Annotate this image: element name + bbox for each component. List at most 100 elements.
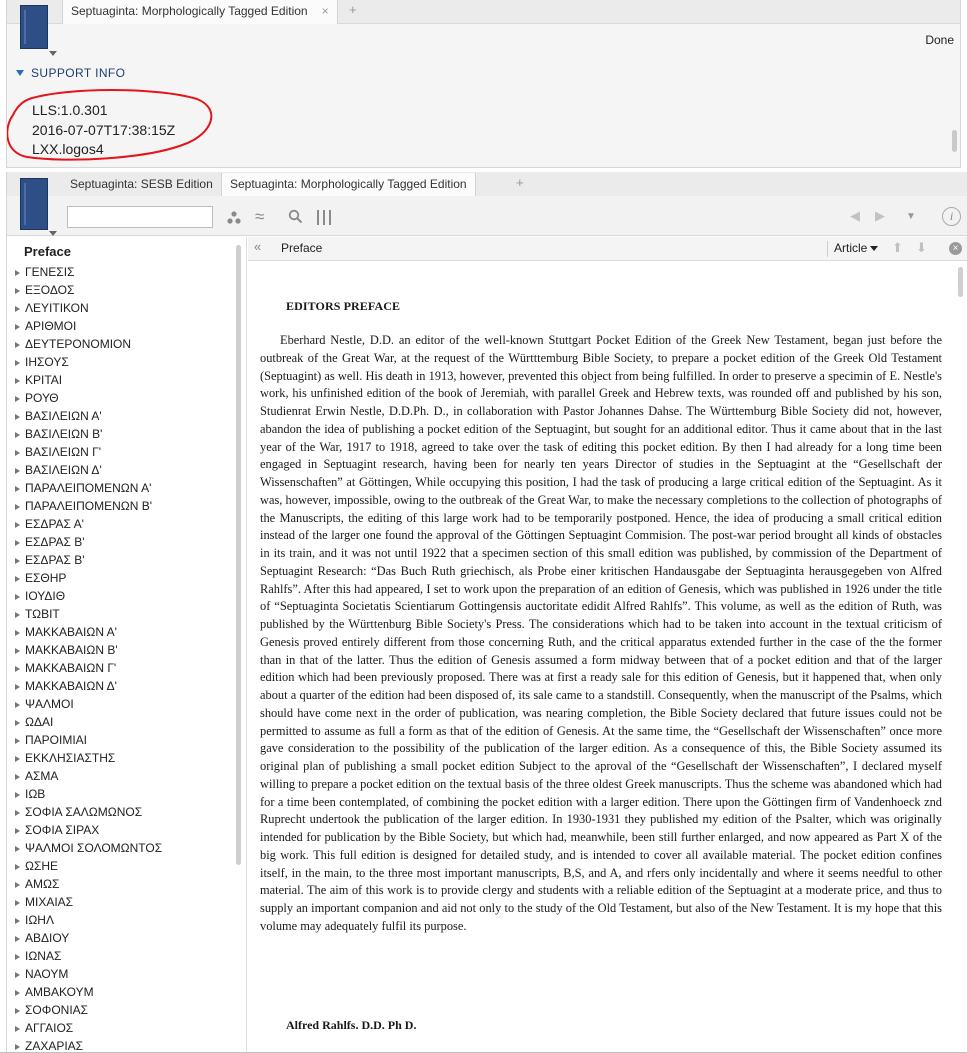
toc-item[interactable]: ΒΑΣΙΛΕΙΩΝ Β' — [15, 425, 235, 443]
toc-item[interactable]: ΕΣΔΡΑΣ Β' — [15, 551, 235, 569]
toc-item[interactable]: ΚΡΙΤΑΙ — [15, 371, 235, 389]
expand-triangle-icon[interactable] — [15, 396, 20, 402]
nav-forward-icon[interactable]: ▶ — [875, 208, 885, 224]
expand-triangle-icon[interactable] — [15, 792, 20, 798]
expand-triangle-icon[interactable] — [15, 864, 20, 870]
support-info-header[interactable]: SUPPORT INFO — [16, 66, 125, 80]
toc-item[interactable]: ΕΞΟΔΟΣ — [15, 281, 235, 299]
content-scrollbar[interactable] — [958, 267, 963, 297]
dots-icon[interactable] — [227, 211, 241, 225]
expand-triangle-icon[interactable] — [15, 630, 20, 636]
toc-item[interactable]: ΒΑΣΙΛΕΙΩΝ Γ' — [15, 443, 235, 461]
expand-triangle-icon[interactable] — [15, 270, 20, 276]
expand-triangle-icon[interactable] — [15, 594, 20, 600]
expand-triangle-icon[interactable] — [15, 486, 20, 492]
toc-item[interactable]: ΕΣΔΡΑΣ Α' — [15, 515, 235, 533]
expand-triangle-icon[interactable] — [15, 342, 20, 348]
toc-item[interactable]: ΡΟΥΘ — [15, 389, 235, 407]
tab-morph-tagged-bottom[interactable]: Septuaginta: Morphologically Tagged Edit… — [221, 173, 476, 197]
nav-back-icon[interactable]: ◀ — [850, 208, 860, 224]
toc-item[interactable]: ΙΟΥΔΙΘ — [15, 587, 235, 605]
expand-triangle-icon[interactable] — [15, 720, 20, 726]
expand-triangle-icon[interactable] — [15, 1026, 20, 1032]
expand-triangle-icon[interactable] — [15, 846, 20, 852]
toc-item[interactable]: ΑΡΙΘΜΟΙ — [15, 317, 235, 335]
expand-triangle-icon[interactable] — [15, 414, 20, 420]
toc-item[interactable]: ΣΟΦΙΑ ΣΑΛΩΜΩΝΟΣ — [15, 803, 235, 821]
toc-item[interactable]: ΜΑΚΚΑΒΑΙΩΝ Δ' — [15, 677, 235, 695]
toc-item[interactable]: ΔΕΥΤΕΡΟΝΟΜΙΟΝ — [15, 335, 235, 353]
expand-triangle-icon[interactable] — [15, 324, 20, 330]
toc-item[interactable]: ΑΓΓΑΙΟΣ — [15, 1019, 235, 1037]
expand-triangle-icon[interactable] — [15, 774, 20, 780]
expand-triangle-icon[interactable] — [15, 990, 20, 996]
expand-triangle-icon[interactable] — [15, 1044, 20, 1050]
expand-triangle-icon[interactable] — [15, 504, 20, 510]
expand-triangle-icon[interactable] — [15, 936, 20, 942]
info-icon[interactable]: i — [942, 207, 961, 226]
columns-icon[interactable] — [316, 210, 332, 225]
expand-triangle-icon[interactable] — [15, 882, 20, 888]
expand-triangle-icon[interactable] — [15, 1008, 20, 1014]
toc-item[interactable]: ΑΒΔΙΟΥ — [15, 929, 235, 947]
expand-triangle-icon[interactable] — [15, 900, 20, 906]
toc-item[interactable]: ΕΚΚΛΗΣΙΑΣΤΗΣ — [15, 749, 235, 767]
expand-triangle-icon[interactable] — [15, 738, 20, 744]
toc-item[interactable]: ΠΑΡΑΛΕΙΠΟΜΕΝΩΝ Β' — [15, 497, 235, 515]
approx-icon[interactable]: ≈ — [255, 208, 264, 225]
toc-item[interactable]: ΩΔΑΙ — [15, 713, 235, 731]
toc-item[interactable]: ΜΑΚΚΑΒΑΙΩΝ Γ' — [15, 659, 235, 677]
expand-triangle-icon[interactable] — [15, 756, 20, 762]
close-icon[interactable]: × — [949, 242, 962, 255]
toc-item[interactable]: ΠΑΡΟΙΜΙΑΙ — [15, 731, 235, 749]
toc-item[interactable]: ΛΕΥΙΤΙΚΟΝ — [15, 299, 235, 317]
expand-triangle-icon[interactable] — [15, 612, 20, 618]
search-input[interactable] — [67, 206, 213, 228]
expand-triangle-icon[interactable] — [15, 810, 20, 816]
expand-triangle-icon[interactable] — [15, 558, 20, 564]
new-tab-icon[interactable]: + — [516, 175, 524, 190]
expand-triangle-icon[interactable] — [15, 360, 20, 366]
expand-triangle-icon[interactable] — [15, 576, 20, 582]
arrow-up-icon[interactable]: ⬆ — [892, 240, 903, 256]
toc-title[interactable]: Preface — [24, 244, 71, 259]
expand-triangle-icon[interactable] — [15, 666, 20, 672]
toc-item[interactable]: ΣΟΦΟΝΙΑΣ — [15, 1001, 235, 1019]
expand-triangle-icon[interactable] — [15, 828, 20, 834]
toc-item[interactable]: ΕΣΔΡΑΣ Β' — [15, 533, 235, 551]
expand-triangle-icon[interactable] — [15, 378, 20, 384]
arrow-down-icon[interactable]: ⬇ — [916, 240, 927, 256]
toc-item[interactable]: ΕΣΘΗΡ — [15, 569, 235, 587]
toc-item[interactable]: ΓΕΝΕΣΙΣ — [15, 263, 235, 281]
toc-item[interactable]: ΩΣΗΕ — [15, 857, 235, 875]
expand-triangle-icon[interactable] — [15, 522, 20, 528]
toc-item[interactable]: ΣΟΦΙΑ ΣΙΡΑΧ — [15, 821, 235, 839]
tab-sesb-edition[interactable]: Septuaginta: SESB Edition — [62, 173, 221, 197]
toc-item[interactable]: ΨΑΛΜΟΙ ΣΟΛΟΜΩΝΤΟΣ — [15, 839, 235, 857]
book-cover-icon[interactable] — [20, 178, 48, 230]
expand-triangle-icon[interactable] — [15, 954, 20, 960]
toc-item[interactable]: ΑΜΩΣ — [15, 875, 235, 893]
toc-item[interactable]: ΜΙΧΑΙΑΣ — [15, 893, 235, 911]
new-tab-icon[interactable]: + — [349, 2, 357, 17]
done-button[interactable]: Done — [925, 33, 954, 47]
toc-item[interactable]: ΜΑΚΚΑΒΑΙΩΝ Α' — [15, 623, 235, 641]
expand-triangle-icon[interactable] — [15, 702, 20, 708]
expand-triangle-icon[interactable] — [15, 972, 20, 978]
expand-triangle-icon[interactable] — [15, 540, 20, 546]
toc-item[interactable]: ΤΩΒΙΤ — [15, 605, 235, 623]
toc-item[interactable]: ΒΑΣΙΛΕΙΩΝ Δ' — [15, 461, 235, 479]
toc-item[interactable]: ΜΑΚΚΑΒΑΙΩΝ Β' — [15, 641, 235, 659]
expand-triangle-icon[interactable] — [15, 288, 20, 294]
toc-item[interactable]: ΑΜΒΑΚΟΥΜ — [15, 983, 235, 1001]
toc-item[interactable]: ΨΑΛΜΟΙ — [15, 695, 235, 713]
toc-item[interactable]: ΖΑΧΑΡΙΑΣ — [15, 1037, 235, 1053]
toc-item[interactable]: ΒΑΣΙΛΕΙΩΝ Α' — [15, 407, 235, 425]
expand-triangle-icon[interactable] — [15, 918, 20, 924]
article-menu[interactable]: Article — [834, 241, 879, 255]
history-dropdown-icon[interactable]: ▼ — [906, 211, 916, 222]
expand-triangle-icon[interactable] — [15, 684, 20, 690]
toc-item[interactable]: ΙΩΒ — [15, 785, 235, 803]
collapse-sidebar-icon[interactable]: « — [254, 239, 261, 254]
expand-triangle-icon[interactable] — [15, 648, 20, 654]
